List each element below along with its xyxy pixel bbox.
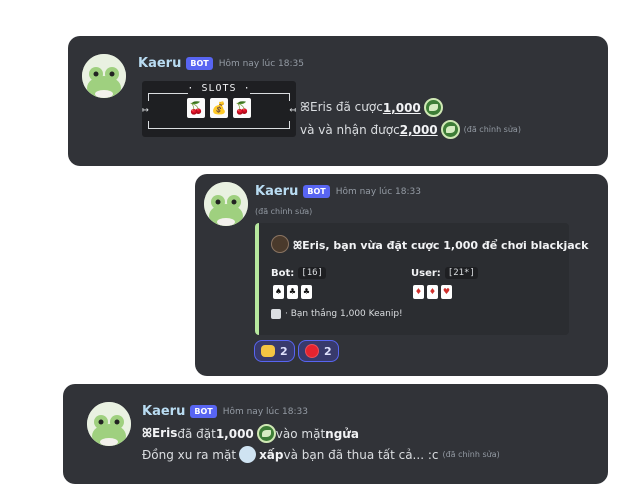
message-card-slots: Kaeru BOT Hôm nay lúc 18:35 · SLOTS · ↦ … [68,36,608,166]
bot-score: [16] [298,267,326,279]
money-bag-icon: 💰 [210,98,228,118]
bot-field: Bot: [16] [271,267,326,279]
message-card-blackjack: Kaeru BOT Hôm nay lúc 18:33 (đã chỉnh sử… [195,174,608,376]
blackjack-embed: ꕤEris, bạn vừa đặt cược 1,000 để chơi bl… [255,223,589,335]
bracket-top-right [250,93,290,101]
bet-text: ꕤEris đã cược [300,100,383,114]
message-line-2: và và nhận được 2,000 (đã chỉnh sửa) [300,120,521,139]
chosen-side: ngửa [325,426,359,441]
frog-coin-icon [423,98,443,117]
username[interactable]: Kaeru [142,404,185,419]
embed-footer: · Bạn thắng 1,000 Keanip! [271,309,403,319]
username[interactable]: Kaeru [255,184,298,199]
text: và bạn đã thua tất cả... :c [283,447,439,462]
frog-avatar[interactable] [87,402,131,446]
bot-tag: BOT [303,185,330,198]
reaction-count: 2 [324,344,332,358]
timestamp[interactable]: Hôm nay lúc 18:33 [223,407,308,417]
win-amount: 2,000 [399,122,438,137]
user-cards: ♦ ♦ ♥ [413,285,452,299]
user-score: [21*] [444,267,478,279]
reaction-fist[interactable]: 2 [254,340,295,362]
frog-avatar[interactable] [204,182,248,226]
edited-line: (đã chỉnh sửa) [255,207,312,216]
card-spade-icon: ♠ [273,285,284,299]
bot-cards: ♠ ♣ ♣ [273,285,312,299]
embed-title: ꕤEris, bạn vừa đặt cược 1,000 để chơi bl… [293,239,589,252]
win-text: và và nhận được [300,122,400,137]
message-card-coinflip: Kaeru BOT Hôm nay lúc 18:33 ꕤEris đã đặt… [63,384,608,484]
text: Đồng xu ra mặt [142,447,237,462]
red-circle-icon [305,344,319,358]
dice-icon [271,309,281,319]
edited-label: (đã chỉnh sửa) [442,450,500,459]
message-line-1: ꕤEris đã cược 1,000 [300,98,443,117]
bracket-bottom [148,121,290,129]
text: đã đặt [177,426,216,441]
card-diamond-icon: ♦ [413,285,424,299]
bot-tag: BOT [186,57,213,70]
bracket-top-left [148,93,188,101]
arrow-left-icon: ↦ [142,103,149,116]
frog-coin-icon [440,120,460,139]
card-heart-icon: ♥ [441,285,452,299]
result-side: xấp [259,447,284,462]
edited-label: (đã chỉnh sửa) [255,207,313,216]
cherry-icon: 🍒 [187,98,205,118]
username[interactable]: Kaeru [138,56,181,71]
message-header: Kaeru BOT Hôm nay lúc 18:35 [138,56,304,71]
message-line-1: ꕤEris đã đặt 1,000 vào mặt ngửa [142,424,359,443]
bot-label: Bot: [271,267,295,279]
timestamp[interactable]: Hôm nay lúc 18:33 [336,187,421,197]
reaction-red-circle[interactable]: 2 [298,340,339,362]
message-line-2: Đồng xu ra mặt xấp và bạn đã thua tất cả… [142,446,500,463]
arrow-right-icon: ↤ [289,103,296,116]
bet-amount: 1,000 [215,426,254,441]
text: vào mặt [275,426,326,441]
card-club-icon: ♣ [287,285,298,299]
silver-coin-icon [239,446,257,463]
card-club-icon: ♣ [301,285,312,299]
footer-text: · Bạn thắng 1,000 Keanip! [285,309,403,319]
slots-display: · SLOTS · ↦ ↤ 🍒 💰 🍒 [142,81,296,137]
player-name: ꕤEris [142,426,178,440]
cherry-icon: 🍒 [233,98,251,118]
bet-amount: 1,000 [382,100,421,115]
user-field: User: [21*] [411,267,478,279]
frog-coin-icon [256,424,276,443]
message-header: Kaeru BOT Hôm nay lúc 18:33 [255,184,421,199]
user-label: User: [411,267,441,279]
fist-icon [261,345,275,357]
frog-avatar[interactable] [82,54,126,98]
reaction-count: 2 [280,344,288,358]
timestamp[interactable]: Hôm nay lúc 18:35 [219,59,304,69]
user-avatar-icon [271,235,289,253]
bot-tag: BOT [190,405,217,418]
card-diamond-icon: ♦ [427,285,438,299]
edited-label: (đã chỉnh sửa) [463,125,521,134]
message-header: Kaeru BOT Hôm nay lúc 18:33 [142,404,308,419]
